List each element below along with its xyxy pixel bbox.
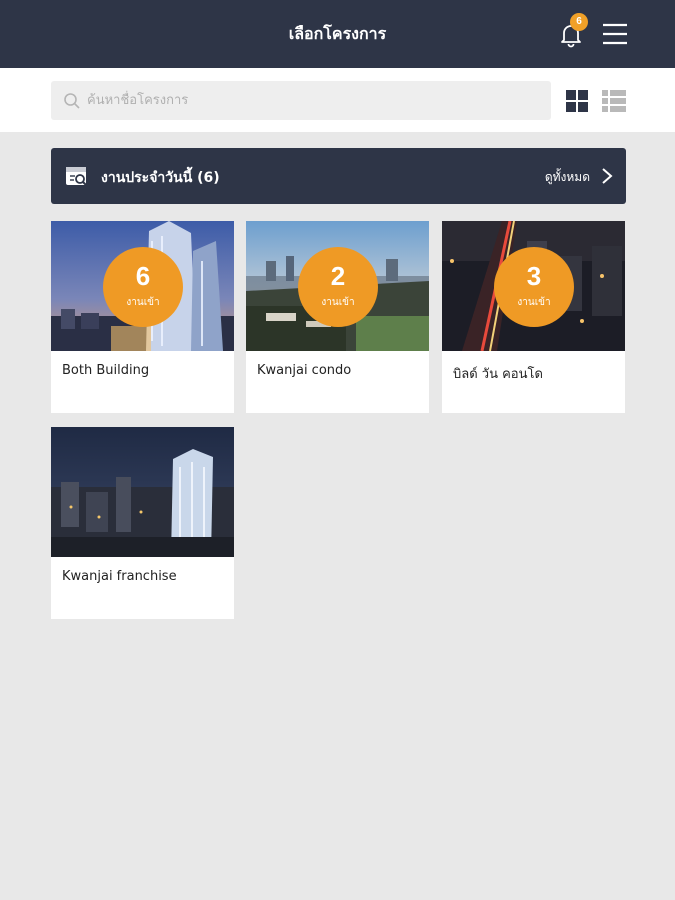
search-icon: [64, 93, 80, 109]
chevron-right-icon: [602, 168, 613, 184]
project-name: Kwanjai franchise: [62, 569, 177, 584]
top-bar: เลือกโครงการ 6: [0, 0, 675, 68]
today-tasks-label: งานประจำวันนี้ (6): [101, 170, 220, 186]
task-count-label: งานเข้า: [517, 297, 551, 308]
project-name: Both Building: [62, 363, 150, 378]
search-input[interactable]: [87, 81, 542, 120]
task-count-label: งานเข้า: [321, 297, 355, 308]
task-count-badge: 6 งานเข้า: [103, 247, 183, 327]
project-name: Kwanjai condo: [257, 363, 352, 378]
project-card-both-building[interactable]: 6 งานเข้า Both Building: [51, 221, 234, 413]
view-all-link[interactable]: ดูทั้งหมด: [545, 168, 590, 187]
project-card-kwanjai-condo[interactable]: 2 งานเข้า Kwanjai condo: [246, 221, 429, 413]
project-card-build-one-condo[interactable]: 3 งานเข้า บิลด์ วัน คอนโด: [442, 221, 625, 413]
task-count-badge: 2 งานเข้า: [298, 247, 378, 327]
task-count: 3: [526, 261, 542, 291]
project-image: [51, 427, 234, 557]
project-name: บิลด์ วัน คอนโด: [453, 367, 543, 382]
notification-count-badge: 6: [570, 13, 588, 31]
task-count: 2: [330, 261, 346, 291]
list-view-icon[interactable]: [602, 90, 626, 112]
today-tasks-banner[interactable]: งานประจำวันนี้ (6) ดูทั้งหมด: [51, 148, 626, 204]
project-card-kwanjai-franchise[interactable]: Kwanjai franchise: [51, 427, 234, 619]
search-box: [51, 81, 551, 120]
grid-view-icon[interactable]: [566, 90, 588, 112]
task-calendar-icon: [66, 167, 87, 186]
task-count-label: งานเข้า: [126, 297, 160, 308]
search-bar: [0, 68, 675, 132]
hamburger-menu-icon[interactable]: [602, 22, 628, 46]
task-count-badge: 3 งานเข้า: [494, 247, 574, 327]
task-count: 6: [135, 261, 151, 291]
